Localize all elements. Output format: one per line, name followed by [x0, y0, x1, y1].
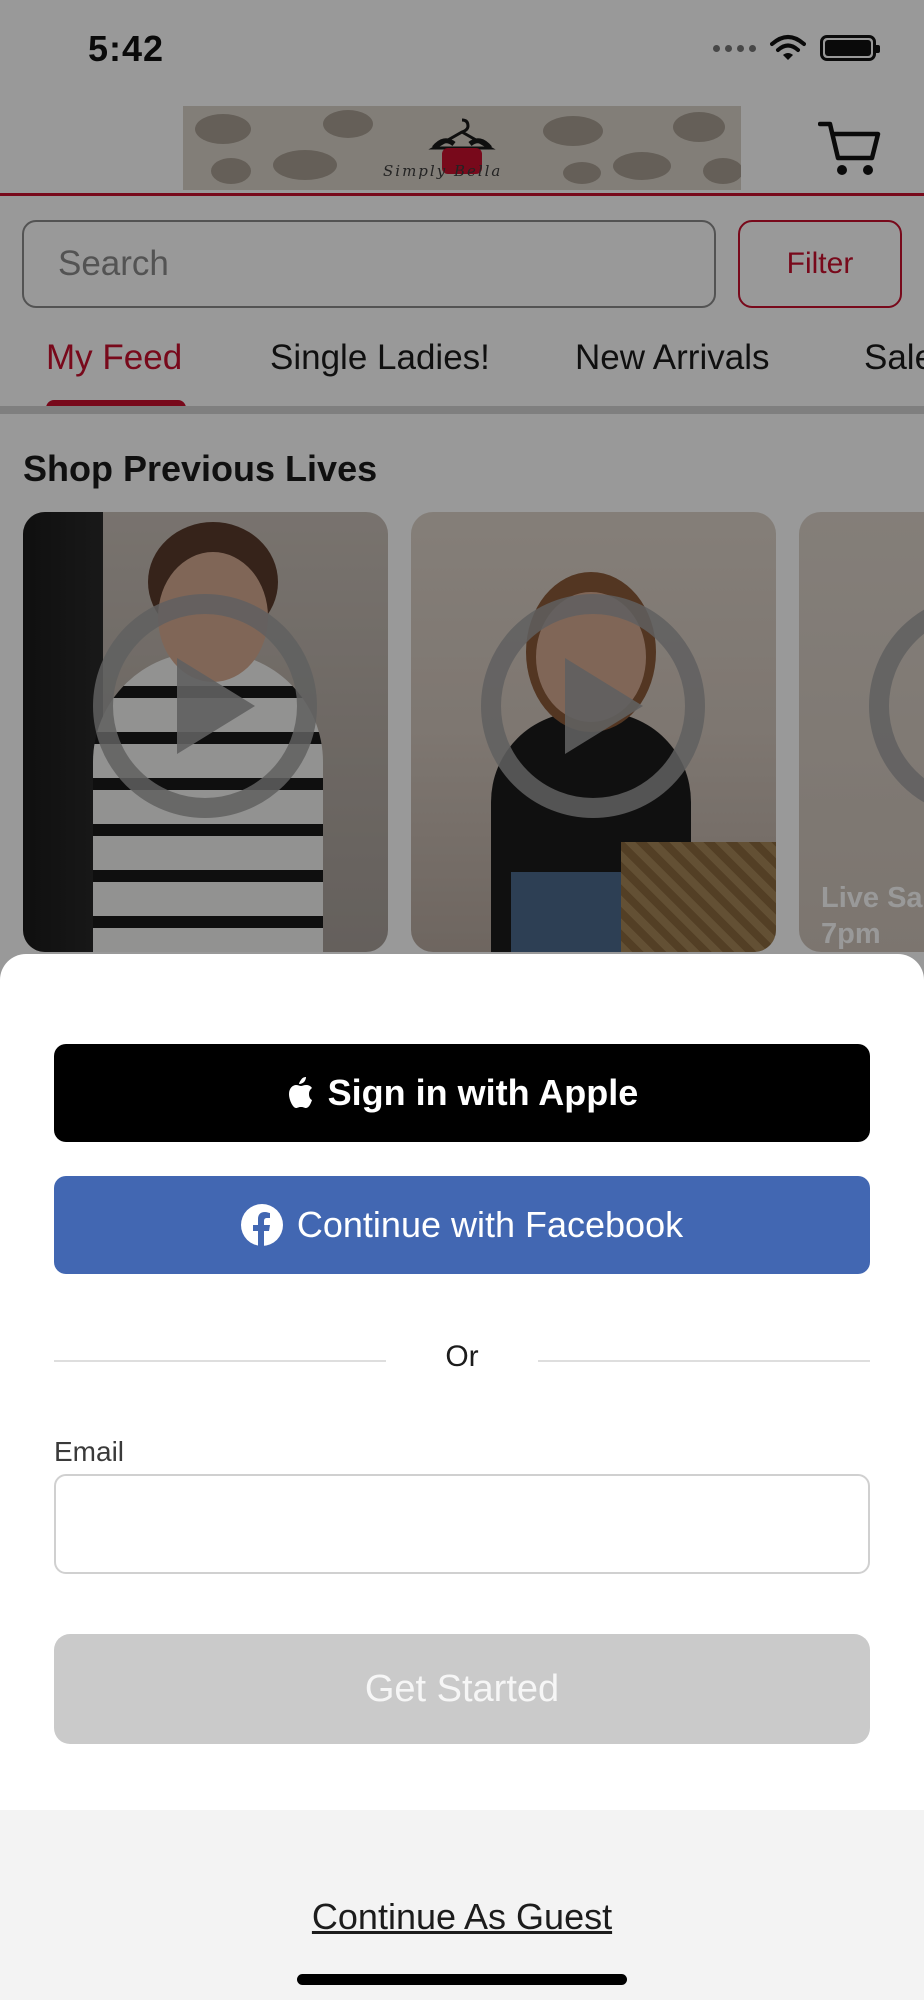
- email-label: Email: [54, 1436, 125, 1467]
- guest-area: Continue As Guest: [0, 1810, 924, 2000]
- apple-icon: [286, 1077, 314, 1109]
- sign-in-with-apple-button[interactable]: Sign in with Apple: [54, 1044, 870, 1142]
- email-field[interactable]: [54, 1474, 870, 1574]
- or-divider: Or: [54, 1340, 870, 1380]
- continue-as-guest-link[interactable]: Continue As Guest: [0, 1896, 924, 1938]
- home-indicator: [297, 1974, 627, 1985]
- facebook-button-label: Continue with Facebook: [296, 1204, 684, 1245]
- facebook-icon: [240, 1204, 283, 1246]
- continue-with-facebook-button[interactable]: Continue with Facebook: [54, 1176, 870, 1274]
- get-started-button[interactable]: Get Started: [54, 1634, 870, 1744]
- apple-button-label: Sign in with Apple: [327, 1072, 639, 1113]
- login-sheet: Sign in with Apple Continue with Faceboo…: [0, 954, 924, 1810]
- or-label: Or: [445, 1340, 479, 1373]
